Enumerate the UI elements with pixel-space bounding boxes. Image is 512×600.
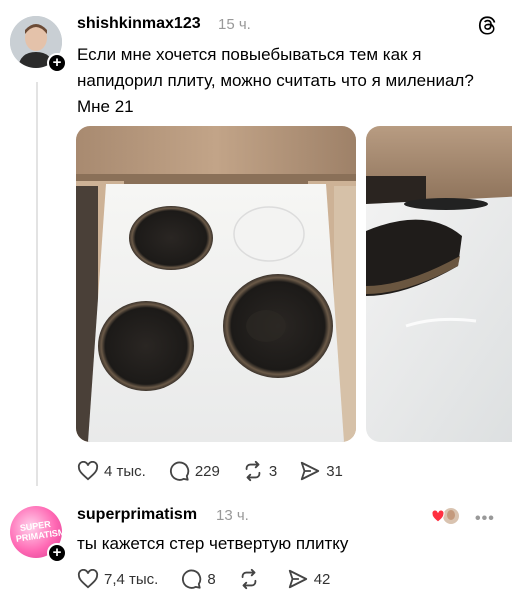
reply-actions: 7,4 тыс. 8 42 <box>77 568 352 590</box>
comment-button[interactable]: 229 <box>168 460 220 482</box>
share-icon <box>288 569 307 589</box>
reply-username[interactable]: superprimatism <box>77 506 197 524</box>
liked-by-author-icon <box>431 506 461 526</box>
heart-icon <box>77 461 99 481</box>
comment-icon <box>169 461 190 481</box>
post-actions: 4 тыс. 229 3 31 <box>77 460 365 482</box>
reply-text: ты кажется стер четвертую плитку <box>77 534 349 553</box>
comment-icon <box>182 569 202 589</box>
comment-count: 229 <box>194 462 220 480</box>
author-liked-indicator <box>431 505 463 527</box>
share-count: 42 <box>313 570 331 588</box>
repost-icon <box>245 460 261 482</box>
share-count: 31 <box>326 462 343 480</box>
post-text: Если мне хочется повыебываться тем как я… <box>77 45 474 116</box>
comment-count: 8 <box>207 570 216 588</box>
stove-photo-image <box>76 126 356 442</box>
share-button[interactable]: 31 <box>299 460 343 482</box>
like-button[interactable]: 7,4 тыс. <box>77 569 158 589</box>
follow-plus-icon[interactable]: + <box>47 543 67 563</box>
reply-avatar-logo-text: SUPER PRIMATISM <box>15 518 62 544</box>
thread-connector-line <box>36 82 38 486</box>
share-icon <box>301 461 320 481</box>
repost-button[interactable] <box>238 568 265 590</box>
share-button[interactable]: 42 <box>287 568 331 590</box>
repost-count: 3 <box>268 462 278 480</box>
heart-icon <box>77 569 99 589</box>
comment-button[interactable]: 8 <box>180 568 216 590</box>
post-photo-stove-top[interactable] <box>76 126 356 442</box>
repost-button[interactable]: 3 <box>242 460 277 482</box>
like-count: 7,4 тыс. <box>104 570 159 588</box>
repost-icon <box>241 568 257 590</box>
follow-plus-icon[interactable]: + <box>47 53 67 73</box>
burner-closeup-image <box>366 126 512 442</box>
post-photo-burner-closeup[interactable] <box>366 126 512 442</box>
post-username[interactable]: shishkinmax123 <box>77 15 201 33</box>
like-button[interactable]: 4 тыс. <box>77 461 146 481</box>
like-count: 4 тыс. <box>104 462 146 480</box>
reply-time: 13 ч. <box>216 507 249 524</box>
threads-logo-icon[interactable] <box>476 14 498 36</box>
post-time: 15 ч. <box>218 16 251 33</box>
more-icon[interactable]: ••• <box>475 510 495 528</box>
